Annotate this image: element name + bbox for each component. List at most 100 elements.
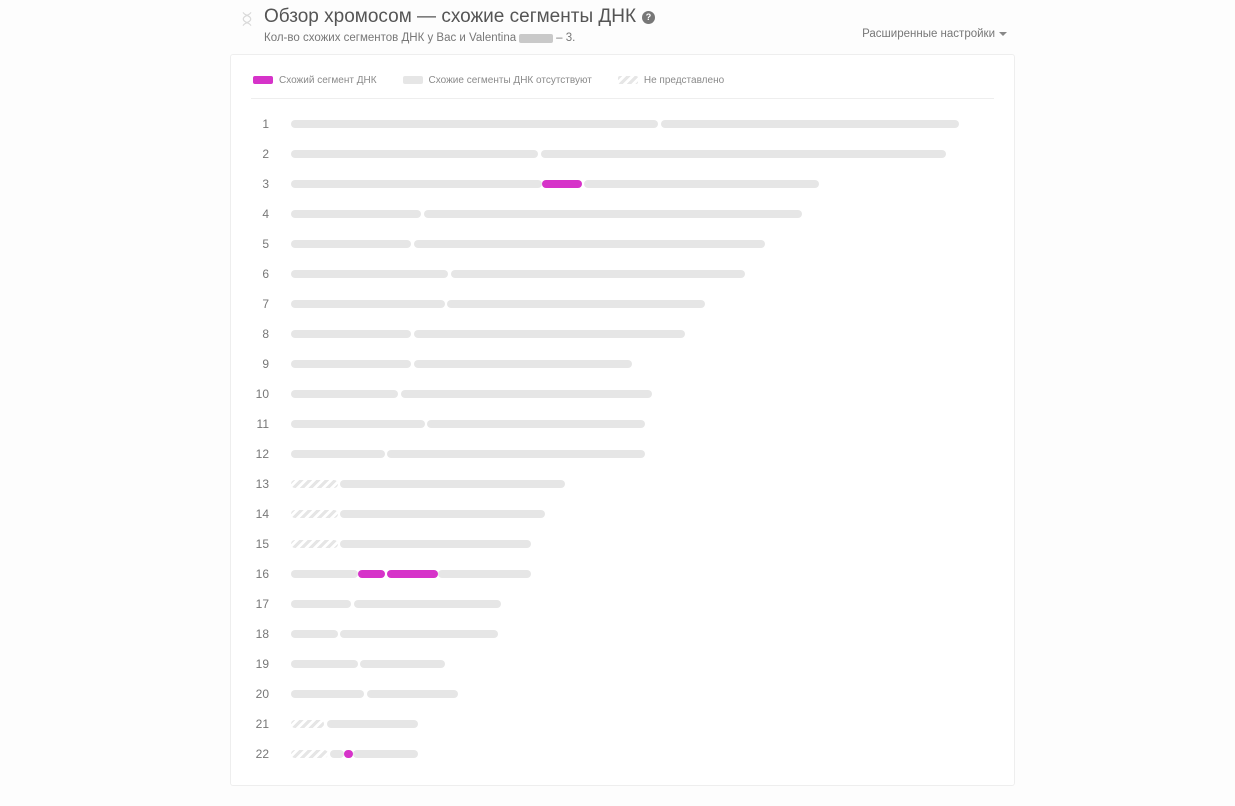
chromosome-row[interactable]: 15	[251, 537, 994, 551]
chromosome-track	[291, 720, 418, 728]
segment-none	[387, 450, 645, 458]
advanced-settings-toggle[interactable]: Расширенные настройки	[862, 28, 1007, 40]
chromosome-panel: Схожий сегмент ДНК Схожие сегменты ДНК о…	[230, 54, 1015, 786]
chromosome-row[interactable]: 22	[251, 747, 994, 761]
segment-none	[291, 270, 448, 278]
chromosome-number: 1	[251, 117, 269, 131]
segment-none	[291, 360, 411, 368]
segment-none	[291, 390, 398, 398]
segment-na	[291, 540, 338, 548]
segment-none	[424, 210, 802, 218]
chromosome-track	[291, 150, 946, 158]
chromosome-number: 20	[251, 687, 269, 701]
segment-none	[354, 600, 502, 608]
segment-none	[367, 690, 458, 698]
segment-none	[414, 330, 685, 338]
subtitle-post: – 3.	[556, 32, 575, 44]
segment-none	[291, 330, 411, 338]
chromosome-number: 18	[251, 627, 269, 641]
segment-none	[291, 150, 538, 158]
chromosome-row[interactable]: 2	[251, 147, 994, 161]
segment-match	[358, 570, 385, 578]
chromosome-row[interactable]: 14	[251, 507, 994, 521]
redacted-surname	[519, 34, 553, 43]
chromosome-row[interactable]: 5	[251, 237, 994, 251]
chromosome-track	[291, 450, 645, 458]
chromosome-icon	[238, 10, 256, 28]
page-title: Обзор хромосом — схожие сегменты ДНК ?	[264, 6, 655, 28]
segment-none	[360, 660, 444, 668]
legend-item-none: Схожие сегменты ДНК отсутствуют	[403, 75, 592, 86]
segment-none	[291, 240, 411, 248]
segment-none	[291, 600, 351, 608]
chromosome-number: 6	[251, 267, 269, 281]
chromosome-track	[291, 600, 501, 608]
chromosome-track	[291, 660, 445, 668]
chromosome-number: 12	[251, 447, 269, 461]
chromosome-number: 5	[251, 237, 269, 251]
chromosome-row[interactable]: 20	[251, 687, 994, 701]
chromosome-number: 4	[251, 207, 269, 221]
chromosome-row[interactable]: 8	[251, 327, 994, 341]
legend-match-label: Схожий сегмент ДНК	[279, 75, 377, 86]
chromosome-number: 8	[251, 327, 269, 341]
chromosome-track	[291, 510, 545, 518]
chromosome-row[interactable]: 16	[251, 567, 994, 581]
segment-match	[387, 570, 438, 578]
chromosome-track	[291, 270, 745, 278]
segment-none	[291, 570, 358, 578]
subtitle-pre: Кол-во схожих сегментов ДНК у Вас и Vale…	[264, 32, 516, 44]
segment-none	[451, 270, 746, 278]
chromosome-row[interactable]: 7	[251, 297, 994, 311]
chromosome-row[interactable]: 4	[251, 207, 994, 221]
segment-na	[291, 750, 328, 758]
chromosome-row[interactable]: 9	[251, 357, 994, 371]
segment-match	[542, 180, 582, 188]
chromosome-number: 17	[251, 597, 269, 611]
chromosome-track	[291, 180, 819, 188]
info-icon[interactable]: ?	[642, 11, 655, 24]
segment-none	[340, 480, 564, 488]
chromosome-row[interactable]: 17	[251, 597, 994, 611]
segment-none	[340, 510, 544, 518]
chromosome-track	[291, 570, 531, 578]
chromosome-track	[291, 480, 565, 488]
chromosome-track	[291, 330, 685, 338]
chromosome-row[interactable]: 1	[251, 117, 994, 131]
segment-none	[330, 750, 344, 758]
legend: Схожий сегмент ДНК Схожие сегменты ДНК о…	[251, 69, 994, 99]
chromosome-row[interactable]: 11	[251, 417, 994, 431]
swatch-match-icon	[253, 76, 273, 84]
advanced-settings-label: Расширенные настройки	[862, 28, 995, 40]
legend-none-label: Схожие сегменты ДНК отсутствуют	[429, 75, 592, 86]
chromosome-row[interactable]: 3	[251, 177, 994, 191]
segment-none	[541, 150, 946, 158]
chromosome-number: 7	[251, 297, 269, 311]
chromosome-row[interactable]: 10	[251, 387, 994, 401]
chromosome-row[interactable]: 21	[251, 717, 994, 731]
segment-none	[291, 630, 338, 638]
chromosome-number: 16	[251, 567, 269, 581]
chromosome-track	[291, 540, 531, 548]
chromosome-track	[291, 300, 705, 308]
chromosome-row[interactable]: 19	[251, 657, 994, 671]
chromosome-row[interactable]: 6	[251, 267, 994, 281]
chromosome-number: 22	[251, 747, 269, 761]
segment-none	[340, 630, 498, 638]
chromosome-row[interactable]: 18	[251, 627, 994, 641]
chromosome-track	[291, 120, 959, 128]
chevron-down-icon	[999, 32, 1007, 36]
chromosome-number: 13	[251, 477, 269, 491]
chromosome-number: 3	[251, 177, 269, 191]
chromosome-row[interactable]: 13	[251, 477, 994, 491]
chromosome-number: 2	[251, 147, 269, 161]
segment-none	[291, 120, 658, 128]
chromosome-number: 9	[251, 357, 269, 371]
segment-none	[291, 450, 385, 458]
chromosome-rows: 12345678910111213141516171819202122	[251, 117, 994, 761]
chromosome-number: 14	[251, 507, 269, 521]
chromosome-number: 21	[251, 717, 269, 731]
segment-none	[661, 120, 959, 128]
chromosome-row[interactable]: 12	[251, 447, 994, 461]
segment-none	[584, 180, 819, 188]
